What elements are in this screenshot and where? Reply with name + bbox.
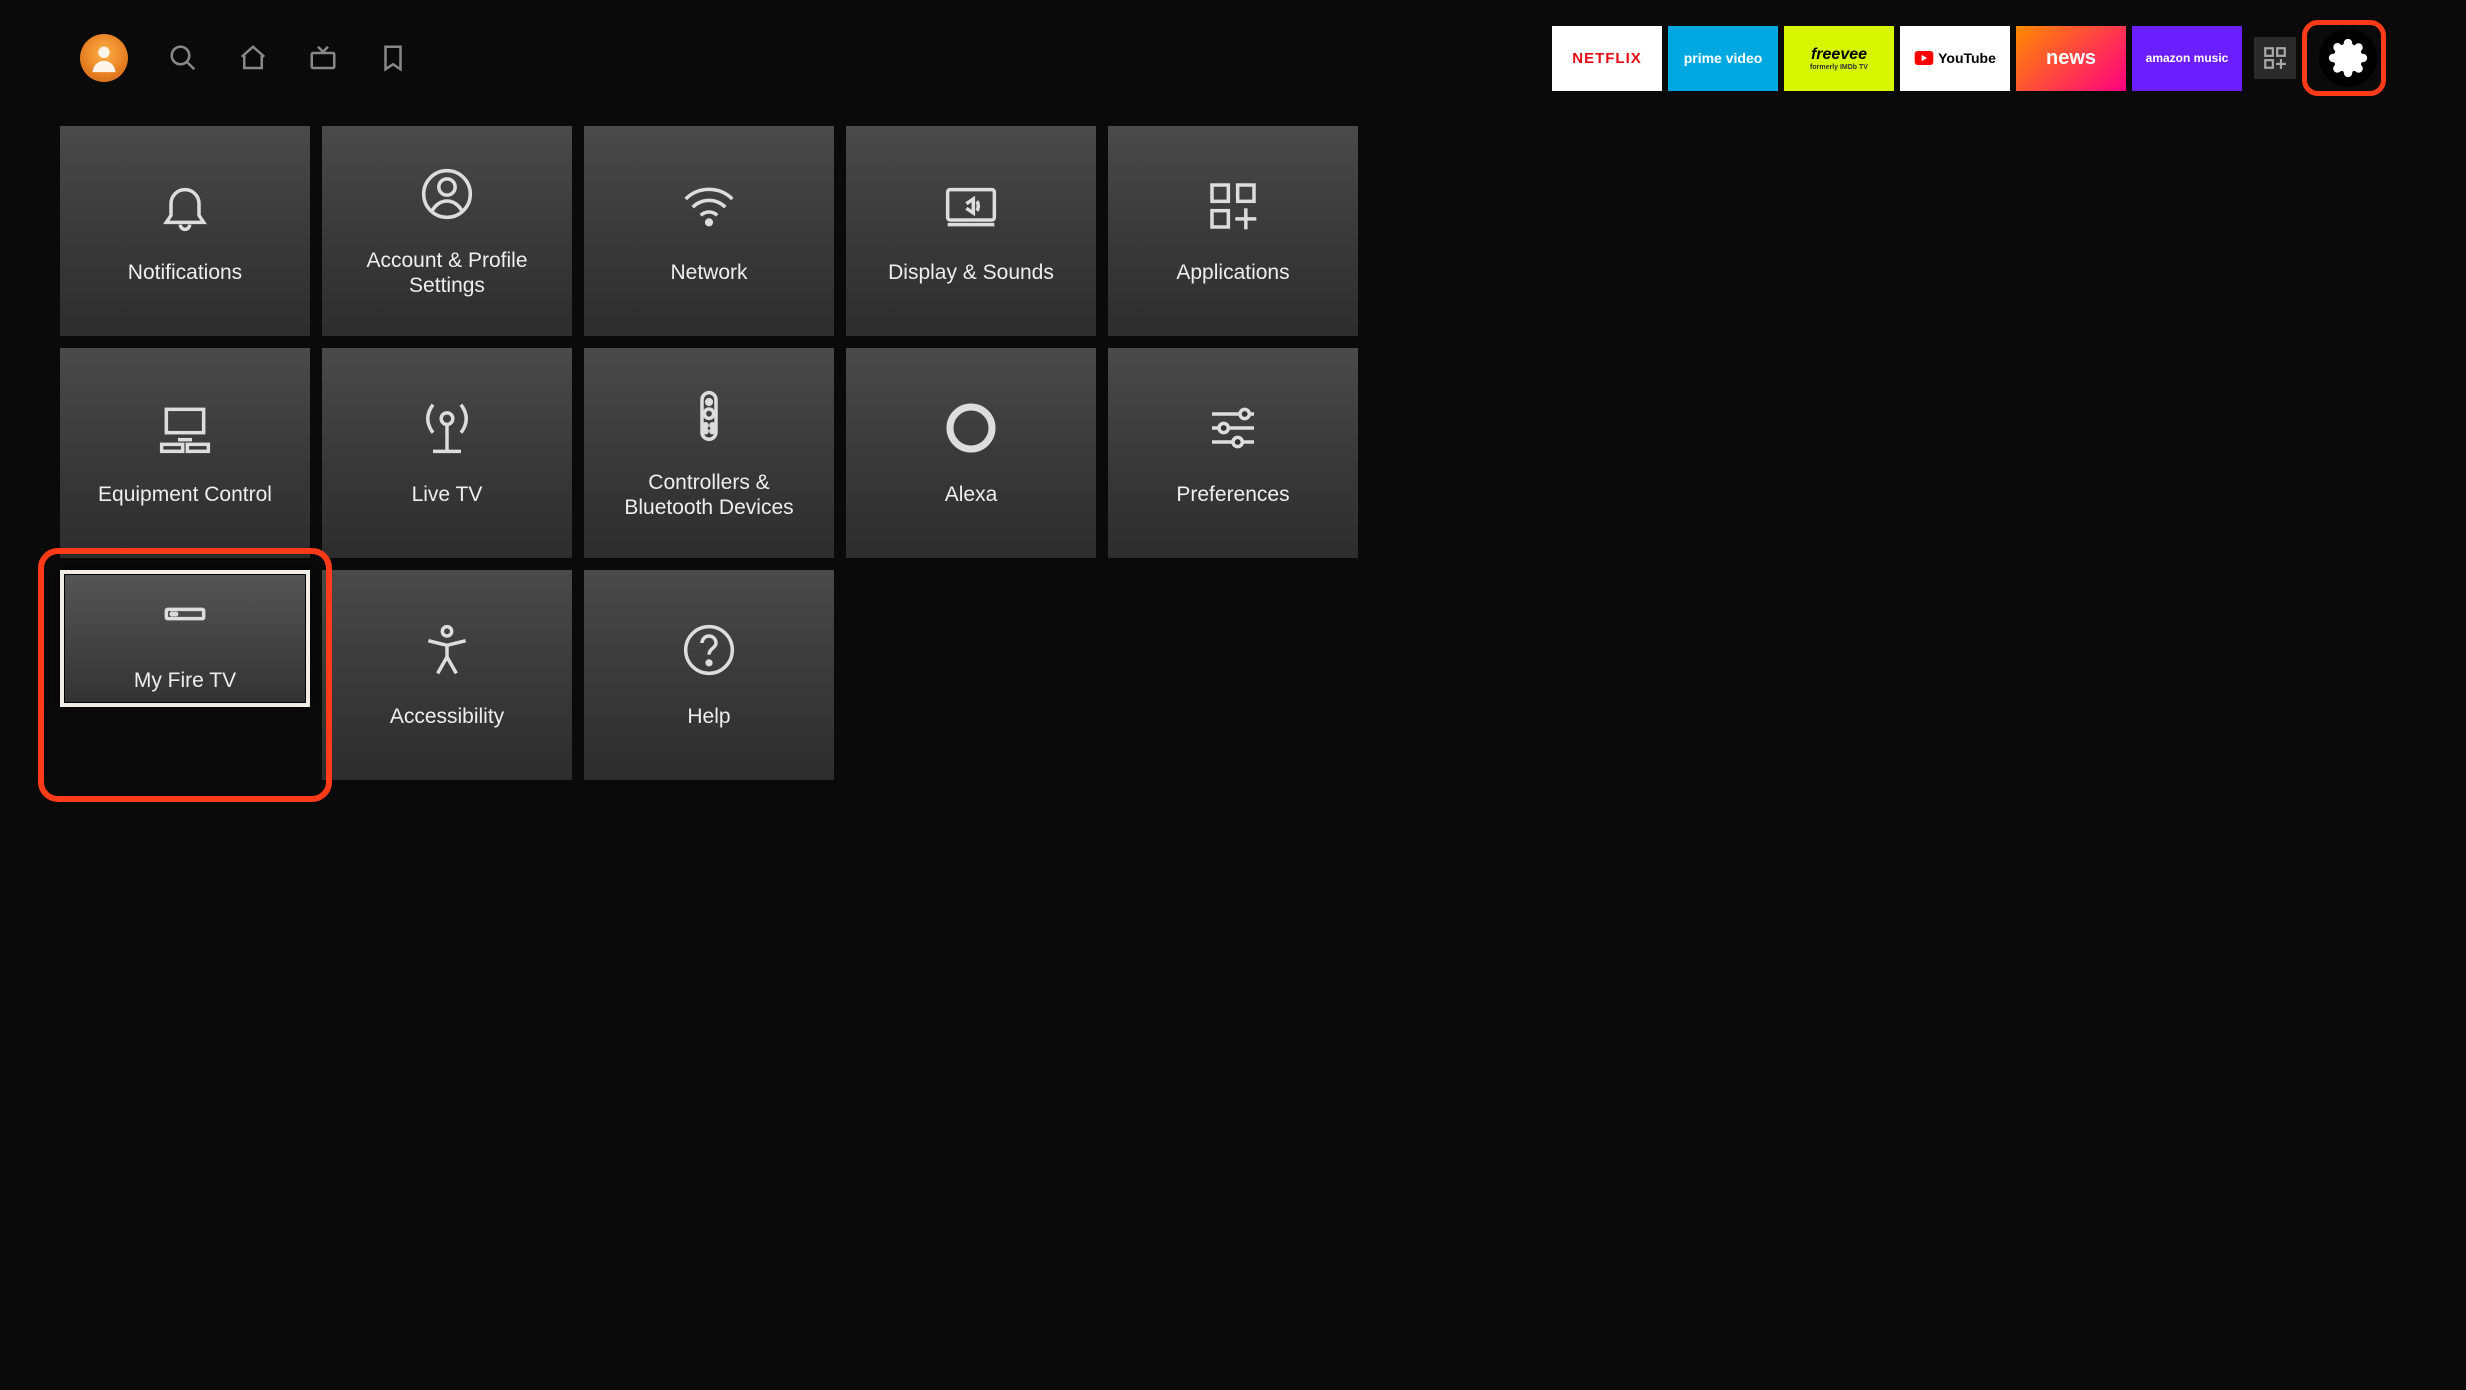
app-news-label: news (2046, 47, 2096, 70)
bookmark-icon[interactable] (378, 43, 408, 73)
tile-help-label: Help (687, 704, 730, 729)
tile-network[interactable]: Network (584, 126, 834, 336)
tile-notifications-label: Notifications (128, 260, 242, 285)
profile-icon (87, 41, 121, 75)
home-icon[interactable] (238, 43, 268, 73)
user-icon (417, 164, 477, 224)
apps-icon (1203, 176, 1263, 236)
device-icon (155, 584, 215, 644)
tile-account-label: Account & Profile Settings (342, 248, 552, 298)
settings-button[interactable] (2319, 29, 2377, 87)
tile-preferences[interactable]: Preferences (1108, 348, 1358, 558)
app-news[interactable]: news (2016, 26, 2126, 91)
tile-applications[interactable]: Applications (1108, 126, 1358, 336)
tile-help[interactable]: Help (584, 570, 834, 780)
tile-display-label: Display & Sounds (888, 260, 1054, 285)
youtube-play-icon (1914, 51, 1934, 65)
nav-right-group: NETFLIX prime video freeveeformerly IMDb… (1552, 20, 2386, 96)
settings-grid: Notifications Account & Profile Settings… (60, 126, 2406, 780)
tile-notifications[interactable]: Notifications (60, 126, 310, 336)
alexa-icon (941, 398, 1001, 458)
tile-alexa-label: Alexa (945, 482, 998, 507)
equipment-icon (155, 398, 215, 458)
tv-icon[interactable] (308, 43, 338, 73)
tile-myfiretv-label: My Fire TV (134, 668, 236, 693)
tile-myfiretv[interactable]: My Fire TV (60, 570, 310, 707)
app-primevideo-label: prime video (1684, 50, 1763, 66)
search-icon[interactable] (168, 43, 198, 73)
app-amazonmusic[interactable]: amazon music (2132, 26, 2242, 91)
tile-preferences-label: Preferences (1176, 482, 1289, 507)
app-freevee-sublabel: formerly IMDb TV (1810, 64, 1868, 71)
settings-highlight (2302, 20, 2386, 96)
tile-accessibility-label: Accessibility (390, 704, 504, 729)
wifi-icon (679, 176, 739, 236)
app-youtube[interactable]: YouTube (1900, 26, 2010, 91)
tile-equipment-label: Equipment Control (98, 482, 272, 507)
tile-controllers-label: Controllers & Bluetooth Devices (604, 470, 814, 520)
tile-controllers[interactable]: Controllers & Bluetooth Devices (584, 348, 834, 558)
top-navigation: NETFLIX prime video freeveeformerly IMDb… (60, 20, 2406, 96)
tile-network-label: Network (670, 260, 747, 285)
tile-account[interactable]: Account & Profile Settings (322, 126, 572, 336)
monitor-sound-icon (941, 176, 1001, 236)
all-apps-icon[interactable] (2254, 37, 2296, 79)
tile-myfiretv-wrapper: My Fire TV (60, 570, 310, 780)
tile-equipment[interactable]: Equipment Control (60, 348, 310, 558)
nav-left-group (80, 34, 408, 82)
app-amazonmusic-label: amazon music (2146, 51, 2229, 65)
tile-accessibility[interactable]: Accessibility (322, 570, 572, 780)
app-netflix[interactable]: NETFLIX (1552, 26, 1662, 91)
app-youtube-label: YouTube (1938, 50, 1996, 66)
tile-livetv[interactable]: Live TV (322, 348, 572, 558)
gear-icon (2328, 38, 2368, 78)
tile-applications-label: Applications (1176, 260, 1289, 285)
antenna-icon (417, 398, 477, 458)
tile-alexa[interactable]: Alexa (846, 348, 1096, 558)
profile-avatar[interactable] (80, 34, 128, 82)
sliders-icon (1203, 398, 1263, 458)
remote-icon (679, 386, 739, 446)
tile-display[interactable]: Display & Sounds (846, 126, 1096, 336)
app-freevee[interactable]: freeveeformerly IMDb TV (1784, 26, 1894, 91)
app-netflix-label: NETFLIX (1572, 50, 1642, 67)
bell-icon (155, 176, 215, 236)
accessibility-icon (417, 620, 477, 680)
app-primevideo[interactable]: prime video (1668, 26, 1778, 91)
question-icon (679, 620, 739, 680)
app-freevee-label: freevee (1811, 46, 1867, 64)
tile-livetv-label: Live TV (412, 482, 483, 507)
